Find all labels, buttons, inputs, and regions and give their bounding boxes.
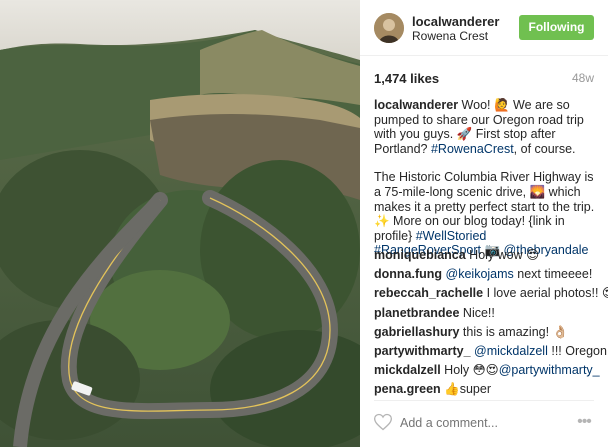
comment-text: this is amazing! 👌🏼 [459, 324, 569, 339]
comment: gabriellashury this is amazing! 👌🏼 [374, 323, 604, 342]
comment-text: Holy 😳😍 [440, 363, 499, 378]
comment-mention[interactable]: @partywithmarty_ [499, 363, 600, 377]
comment-text: !!! Oregon [547, 343, 607, 358]
post-header: localwanderer Rowena Crest Following [360, 0, 608, 56]
heart-icon[interactable] [373, 412, 393, 432]
post-caption: localwanderer Woo! 🙋 We are so pumped to… [374, 98, 596, 258]
post-detail-panel: localwanderer Rowena Crest Following 1,4… [360, 0, 608, 447]
hashtag-wellstoried[interactable]: #WellStoried [416, 229, 487, 243]
comment-text: 👍super [440, 382, 491, 397]
comment: rebeccah_rachelle I love aerial photos!!… [374, 284, 608, 303]
following-button[interactable]: Following [519, 15, 594, 40]
comment: partywithmarty_ @mickdalzell !!! Oregon [374, 342, 607, 361]
add-comment-input[interactable] [400, 413, 550, 433]
post-age[interactable]: 48w [572, 71, 594, 85]
comment-text: Holy wow 😍 [465, 248, 540, 262]
comment: moniquebianca Holy wow 😍 [374, 246, 604, 265]
likes-count[interactable]: 1,474 likes [374, 71, 439, 86]
comment-author[interactable]: mickdalzell [374, 363, 441, 377]
comment-author[interactable]: pena.green [374, 382, 441, 396]
post-location[interactable]: Rowena Crest [412, 29, 488, 43]
post-photo[interactable] [0, 0, 360, 447]
comment-list: moniquebianca Holy wow 😍 donna.fung @kei… [374, 246, 608, 400]
comment-author[interactable]: rebeccah_rachelle [374, 286, 483, 300]
comment-mention[interactable]: @keikojams [446, 267, 514, 281]
comment-author[interactable]: gabriellashury [374, 325, 459, 339]
comment-mention[interactable]: @mickdalzell [474, 344, 548, 358]
comment: mickdalzell Holy 😳😍@partywithmarty_ [374, 361, 604, 380]
more-options-icon[interactable]: ••• [574, 412, 594, 432]
comment-author[interactable]: planetbrandee [374, 306, 459, 320]
footer-divider [374, 400, 594, 401]
comment: pena.green 👍super [374, 380, 604, 399]
post-author-username[interactable]: localwanderer [412, 14, 499, 29]
caption-author[interactable]: localwanderer [374, 98, 458, 112]
comment-author[interactable]: donna.fung [374, 267, 442, 281]
caption-text-2: , of course. [513, 141, 576, 156]
comment-author[interactable]: partywithmarty_ [374, 344, 471, 358]
comment: planetbrandee Nice!! [374, 304, 604, 323]
comment: donna.fung @keikojams next timeeee! [374, 265, 604, 284]
comment-author[interactable]: moniquebianca [374, 248, 466, 262]
hashtag-rowenacrest[interactable]: #RowenaCrest [431, 142, 514, 156]
comment-text: next timeeee! [513, 267, 593, 282]
avatar[interactable] [374, 13, 404, 43]
comment-text: I love aerial photos!! 😍 [483, 286, 608, 301]
comment-text: Nice!! [459, 305, 495, 320]
